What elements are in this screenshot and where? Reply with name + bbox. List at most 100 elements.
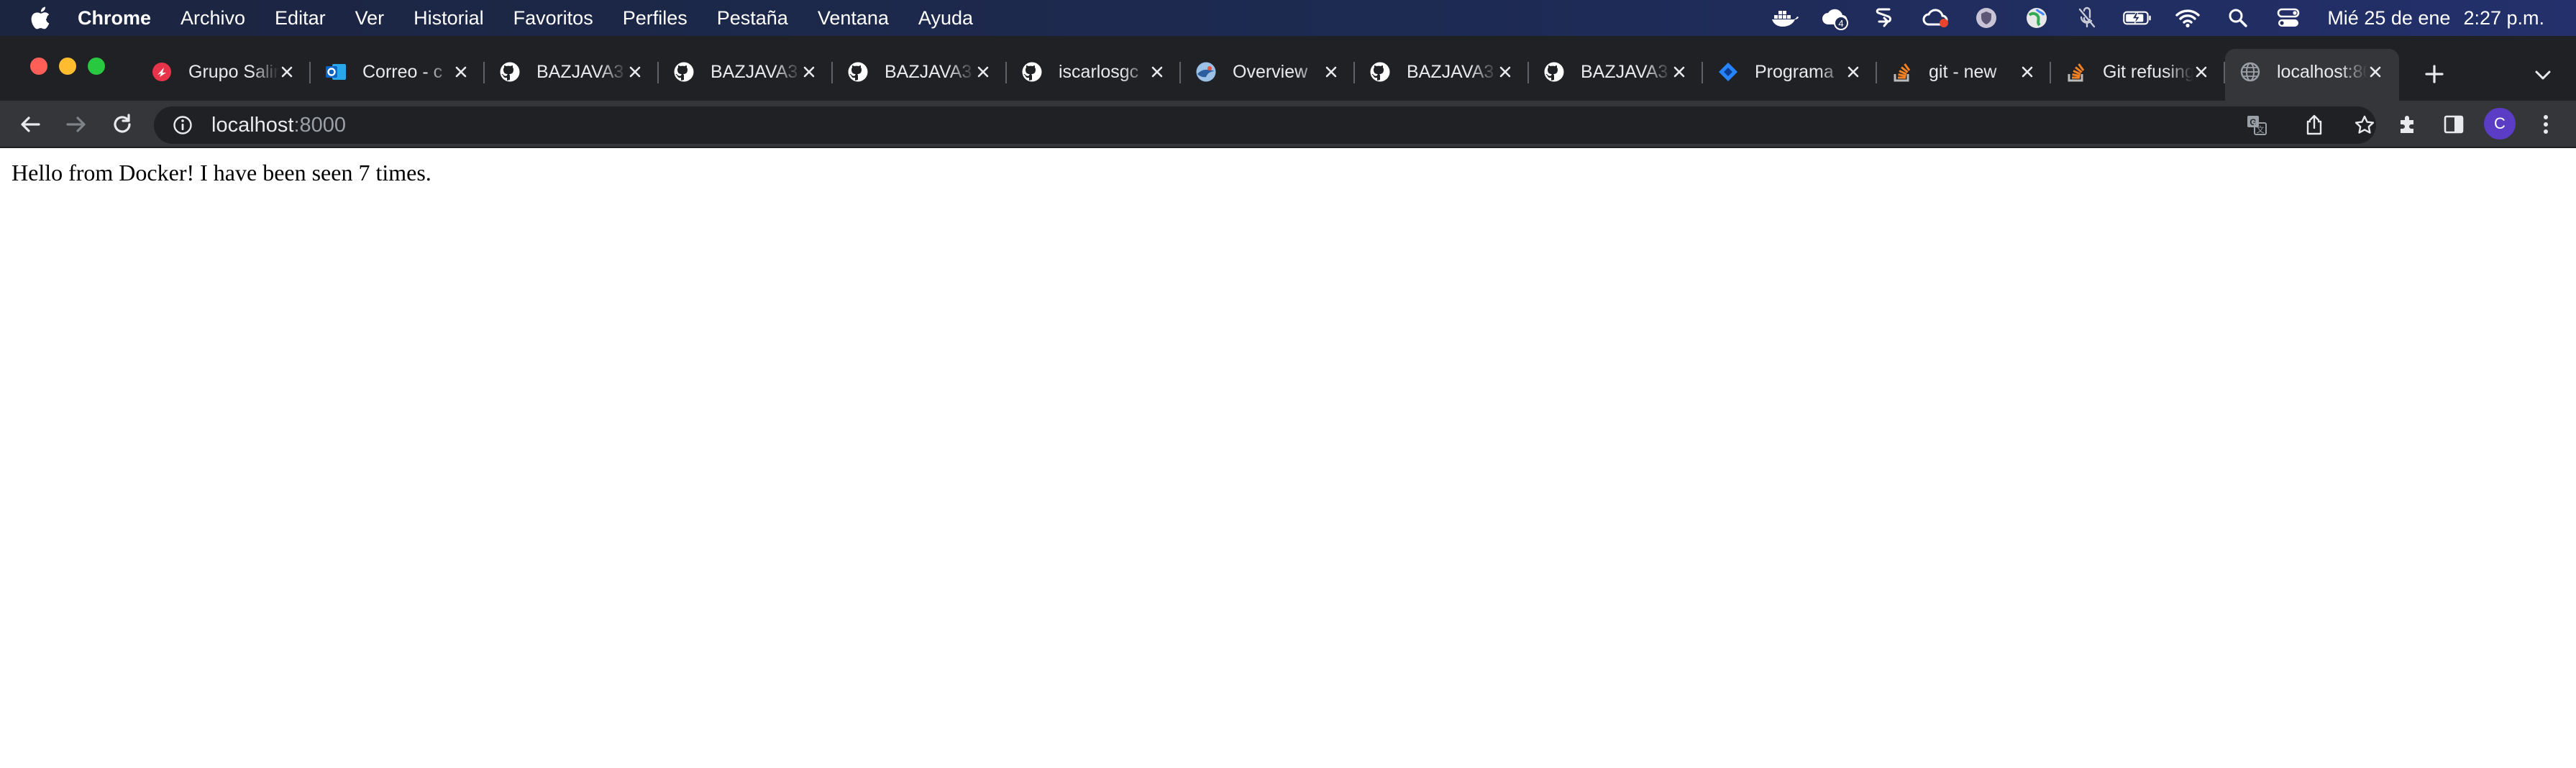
tab-title: BAZJAVA3 xyxy=(885,61,972,82)
tab-grupo-salinas[interactable]: Grupo Salinas xyxy=(137,49,311,95)
shield-icon[interactable] xyxy=(1972,6,2001,30)
tab-title: Correo - c xyxy=(362,61,443,82)
github-icon xyxy=(673,61,695,83)
menu-app-name[interactable]: Chrome xyxy=(78,7,151,29)
tab-search-chevron-icon[interactable] xyxy=(2527,59,2559,91)
tab-github-bazjava-4[interactable]: BAZJAVA3 xyxy=(1355,49,1529,95)
back-button[interactable] xyxy=(14,109,46,140)
jira-icon xyxy=(1717,61,1739,83)
site-info-icon[interactable] xyxy=(173,114,194,136)
new-tab-button[interactable] xyxy=(2416,56,2452,92)
close-tab-icon[interactable] xyxy=(798,61,820,83)
close-tab-icon[interactable] xyxy=(1320,61,1342,83)
macos-menu-bar: Chrome Archivo Editar Ver Historial Favo… xyxy=(0,0,2576,36)
colorful-globe-icon[interactable] xyxy=(2022,6,2051,30)
menu-archivo[interactable]: Archivo xyxy=(181,7,245,29)
tab-correo[interactable]: Correo - c xyxy=(311,49,485,95)
menu-ventana[interactable]: Ventana xyxy=(818,7,889,29)
menu-ayuda[interactable]: Ayuda xyxy=(918,7,973,29)
url-host: localhost xyxy=(211,113,294,137)
menu-ver[interactable]: Ver xyxy=(355,7,385,29)
close-tab-icon[interactable] xyxy=(2365,61,2386,83)
menu-bar-clock[interactable]: Mié 25 de ene 2:27 p.m. xyxy=(2327,7,2544,29)
tab-jira-programa[interactable]: Programa xyxy=(1703,49,1877,95)
close-tab-icon[interactable] xyxy=(2017,61,2038,83)
wifi-icon[interactable] xyxy=(2173,6,2202,30)
menu-bar-date: Mié 25 de ene xyxy=(2327,6,2451,29)
close-window-button[interactable] xyxy=(30,58,47,75)
browser-tab-strip: Grupo Salinas Correo - c BAZJAVA3 xyxy=(0,36,2576,101)
tab-title: BAZJAVA3 xyxy=(1581,61,1668,82)
bookmark-star-icon[interactable] xyxy=(2350,114,2379,136)
tab-title: Git refusing xyxy=(2103,61,2193,82)
address-bar[interactable]: localhost:8000 G文 xyxy=(154,106,2376,144)
chrome-menu-icon[interactable] xyxy=(2530,109,2562,140)
minimize-window-button[interactable] xyxy=(59,58,76,75)
overview-icon xyxy=(1195,61,1217,83)
github-icon xyxy=(847,61,869,83)
svg-text:文: 文 xyxy=(2257,124,2265,134)
translate-icon[interactable]: G文 xyxy=(2242,114,2271,136)
tab-localhost-active[interactable]: localhost:8000 xyxy=(2225,49,2399,101)
creative-cloud-icon[interactable] xyxy=(1922,6,1950,30)
menu-bar-status-area: 4 Mié 25 de ene 2:27 p.m. xyxy=(1749,0,2576,36)
cloud-notification-icon[interactable]: 4 xyxy=(1821,6,1850,30)
docker-icon[interactable] xyxy=(1771,6,1799,30)
address-bar-url[interactable]: localhost:8000 xyxy=(211,114,346,137)
menu-editar[interactable]: Editar xyxy=(275,7,326,29)
tab-title: iscarlosgc xyxy=(1059,61,1139,82)
tab-github-bazjava-1[interactable]: BAZJAVA3 xyxy=(485,49,659,95)
extensions-puzzle-icon[interactable] xyxy=(2392,109,2424,140)
github-icon xyxy=(1543,61,1565,83)
close-tab-icon[interactable] xyxy=(276,61,298,83)
tab-github-bazjava-5[interactable]: BAZJAVA3 xyxy=(1529,49,1703,95)
menu-favoritos[interactable]: Favoritos xyxy=(513,7,593,29)
control-center-icon[interactable] xyxy=(2274,6,2303,30)
close-tab-icon[interactable] xyxy=(2191,61,2212,83)
tab-title: git - new xyxy=(1929,61,1997,82)
close-tab-icon[interactable] xyxy=(972,61,994,83)
red-diamond-icon xyxy=(151,61,173,83)
menu-perfiles[interactable]: Perfiles xyxy=(623,7,688,29)
menu-bar-time: 2:27 p.m. xyxy=(2463,6,2544,29)
tab-title: Grupo Salinas xyxy=(188,61,279,82)
close-tab-icon[interactable] xyxy=(1494,61,1516,83)
tasks-icon[interactable] xyxy=(1871,6,1900,30)
page-viewport: Hello from Docker! I have been seen 7 ti… xyxy=(0,148,2576,768)
tab-title: Programa xyxy=(1755,61,1834,82)
tab-stackoverflow-git-refusing[interactable]: Git refusing xyxy=(2051,49,2225,95)
battery-icon[interactable] xyxy=(2123,6,2152,30)
muted-mic-icon[interactable] xyxy=(2073,6,2101,30)
tab-overview[interactable]: Overview xyxy=(1181,49,1355,95)
browser-toolbar: localhost:8000 G文 C xyxy=(0,101,2576,148)
tab-stackoverflow-git-new[interactable]: git - new xyxy=(1877,49,2051,95)
close-tab-icon[interactable] xyxy=(624,61,646,83)
tab-github-iscarlosgc[interactable]: iscarlosgc xyxy=(1007,49,1181,95)
apple-menu-icon[interactable] xyxy=(30,6,52,29)
svg-text:G: G xyxy=(2250,117,2256,127)
share-icon[interactable] xyxy=(2300,114,2329,136)
profile-avatar-button[interactable]: C xyxy=(2484,108,2516,140)
outlook-icon xyxy=(325,61,347,83)
zoom-window-button[interactable] xyxy=(88,58,105,75)
stackoverflow-icon xyxy=(2065,61,2087,83)
close-tab-icon[interactable] xyxy=(1842,61,1864,83)
reload-button[interactable] xyxy=(106,109,138,140)
tab-title: BAZJAVA3 xyxy=(1407,61,1494,82)
close-tab-icon[interactable] xyxy=(1668,61,1690,83)
tab-title: Overview xyxy=(1233,61,1308,82)
github-icon xyxy=(1021,61,1043,83)
spotlight-search-icon[interactable] xyxy=(2224,6,2252,30)
side-panel-icon[interactable] xyxy=(2438,109,2470,140)
tab-github-bazjava-3[interactable]: BAZJAVA3 xyxy=(833,49,1007,95)
menu-historial[interactable]: Historial xyxy=(414,7,484,29)
github-icon xyxy=(499,61,521,83)
tab-github-bazjava-2[interactable]: BAZJAVA3 xyxy=(659,49,833,95)
page-body-text: Hello from Docker! I have been seen 7 ti… xyxy=(12,160,431,186)
close-tab-icon[interactable] xyxy=(1146,61,1168,83)
close-tab-icon[interactable] xyxy=(450,61,472,83)
menu-pestana[interactable]: Pestaña xyxy=(717,7,788,29)
tab-title: localhost:8000 xyxy=(2277,61,2367,82)
forward-button[interactable] xyxy=(60,109,92,140)
stackoverflow-icon xyxy=(1891,61,1913,83)
